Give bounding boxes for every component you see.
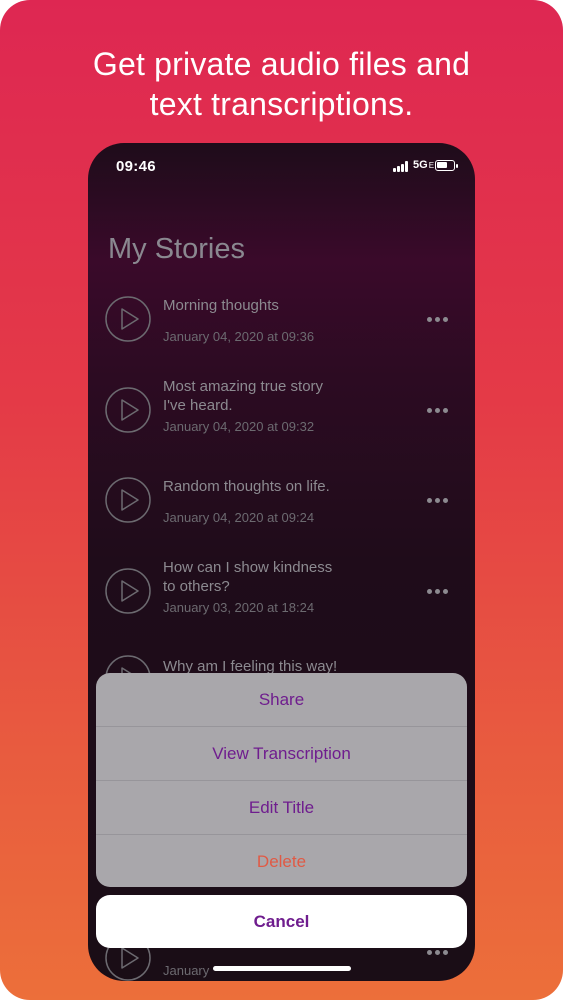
promo-poster: Get private audio files and text transcr…	[0, 0, 563, 1000]
home-indicator[interactable]	[213, 966, 351, 971]
story-date: January 03, 2020 at 18:24	[163, 600, 315, 615]
phone-screen: 09:46 5GE My Stories Morning thoughts Ja…	[88, 143, 475, 981]
story-title: Morning thoughts	[163, 296, 413, 315]
view-transcription-button[interactable]: View Transcription	[96, 727, 467, 780]
headline-line-1: Get private audio files and	[92, 46, 471, 82]
more-options-icon[interactable]	[427, 950, 449, 956]
story-row[interactable]: Random thoughts on life. January 04, 202…	[88, 477, 475, 557]
story-date: January	[163, 963, 210, 978]
story-title-line-1: Random thoughts on life.	[163, 478, 330, 495]
story-title-line-1: Most amazing true story	[163, 378, 324, 395]
share-button[interactable]: Share	[96, 673, 467, 726]
story-row[interactable]: Most amazing true story I've heard. Janu…	[88, 377, 475, 457]
story-title-line-1: How can I show kindness	[163, 559, 333, 576]
cancel-button[interactable]: Cancel	[96, 895, 467, 948]
more-options-icon[interactable]	[427, 317, 449, 323]
story-date: January 04, 2020 at 09:32	[163, 419, 315, 434]
action-sheet: Share View Transcription Edit Title Dele…	[96, 673, 467, 887]
story-date: January 04, 2020 at 09:24	[163, 510, 315, 525]
play-icon[interactable]	[105, 296, 151, 342]
story-title: Random thoughts on life.	[163, 477, 413, 496]
more-options-icon[interactable]	[427, 408, 449, 414]
promo-headline: Get private audio files and text transcr…	[0, 44, 563, 124]
story-title-line-1: Morning thoughts	[163, 297, 279, 314]
more-options-icon[interactable]	[427, 589, 449, 595]
more-options-icon[interactable]	[427, 498, 449, 504]
play-icon[interactable]	[105, 568, 151, 614]
story-title-line-2: I've heard.	[163, 397, 233, 414]
story-title-line-2: to others?	[163, 578, 230, 595]
story-row[interactable]: Morning thoughts January 04, 2020 at 09:…	[88, 296, 475, 376]
story-date: January 04, 2020 at 09:36	[163, 329, 315, 344]
play-icon[interactable]	[105, 387, 151, 433]
play-icon[interactable]	[105, 477, 151, 523]
headline-line-2: text transcriptions.	[149, 86, 414, 122]
story-title: Most amazing true story I've heard.	[163, 377, 413, 415]
story-row[interactable]: How can I show kindness to others? Janua…	[88, 558, 475, 638]
delete-button[interactable]: Delete	[96, 835, 467, 887]
story-title: How can I show kindness to others?	[163, 558, 413, 596]
edit-title-button[interactable]: Edit Title	[96, 781, 467, 834]
page-title: My Stories	[108, 233, 245, 265]
